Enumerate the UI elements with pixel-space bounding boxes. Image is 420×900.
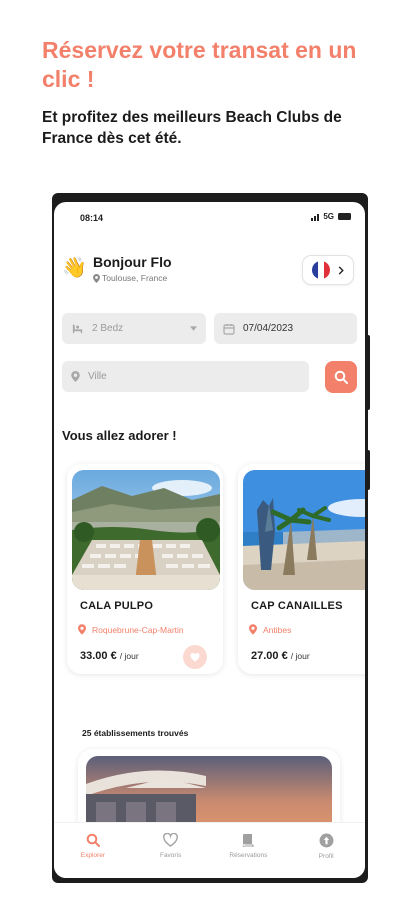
user-location-text: Toulouse, France [102,273,168,283]
heart-icon [163,833,178,847]
price-unit: / jour [119,651,139,661]
signal-icon [311,213,320,221]
tab-profil[interactable]: Profil [287,823,365,878]
beds-value: 2 Bedz [92,323,124,334]
location-pin-icon [93,273,100,283]
beach-club-location-text: Roquebrune-Cap-Martin [92,624,184,635]
tab-label: Profil [318,853,334,860]
favorite-button[interactable] [183,645,207,669]
city-placeholder: Ville [88,371,107,382]
tab-label: Favoris [159,852,182,859]
calendar-icon [223,323,235,335]
network-label: 5G [323,212,334,221]
beach-club-photo [243,470,365,590]
beach-club-location-text: Antibes [263,624,292,635]
search-button[interactable] [325,361,357,393]
price-value: 27.00 € [251,650,288,662]
location-pin-icon [78,624,86,635]
search-icon [86,833,100,847]
beach-club-card[interactable]: CAP CANAILLES Antibes 27.00 € / jour [238,464,365,674]
battery-icon [338,213,351,220]
beach-club-location: Roquebrune-Cap-Martin [78,624,184,635]
tab-label: Explorer [80,852,105,859]
date-value: 07/04/2023 [243,323,294,334]
section-title: Vous allez adorer ! [62,428,177,443]
tab-reservations[interactable]: Réservations [210,823,288,878]
location-pin-icon [71,371,80,382]
wave-icon: 👋 [62,257,87,279]
phone-side-button [366,450,370,490]
date-field[interactable]: 07/04/2023 [214,313,357,344]
beach-club-location: Antibes [249,624,291,635]
status-bar: 08:14 5G [54,202,365,232]
bottom-tab-bar: Explorer Favoris Réservations Profil [54,822,365,878]
book-icon [242,834,254,847]
tab-explorer[interactable]: Explorer [54,823,132,878]
heart-icon [190,652,200,662]
app-screen: 08:14 5G 👋 Bonjour Flo Toulouse, France … [54,202,365,878]
price-unit: / jour [290,651,310,661]
beach-club-name: CALA PULPO [80,600,154,612]
beach-club-name: CAP CANAILLES [251,600,343,612]
city-input[interactable]: Ville [62,361,309,392]
status-time: 08:14 [80,213,104,223]
chevron-right-icon [338,265,344,275]
beach-club-price: 33.00 € / jour [80,650,139,662]
search-icon [334,370,348,384]
tab-favoris[interactable]: Favoris [132,823,210,878]
location-pin-icon [249,624,257,635]
results-count: 25 établissements trouvés [82,728,189,738]
tab-label: Réservations [229,852,268,859]
beach-club-photo [72,470,220,590]
user-location: Toulouse, France [93,273,167,283]
france-flag-icon [312,261,330,279]
greeting-text: Bonjour Flo [93,254,172,270]
price-value: 33.00 € [80,650,117,662]
promo-subline: Et profitez des meilleurs Beach Clubs de… [42,109,342,147]
caret-down-icon [190,326,197,331]
bed-icon [71,322,84,335]
profile-icon [319,833,334,848]
beach-club-price: 27.00 € / jour [251,650,310,662]
phone-side-button [366,335,370,410]
beds-select[interactable]: 2 Bedz [62,313,206,344]
beach-club-card[interactable]: CALA PULPO Roquebrune-Cap-Martin 33.00 €… [67,464,223,674]
promo-headline: Réservez votre transat en un clic ! [42,37,357,92]
language-selector[interactable] [302,255,354,285]
